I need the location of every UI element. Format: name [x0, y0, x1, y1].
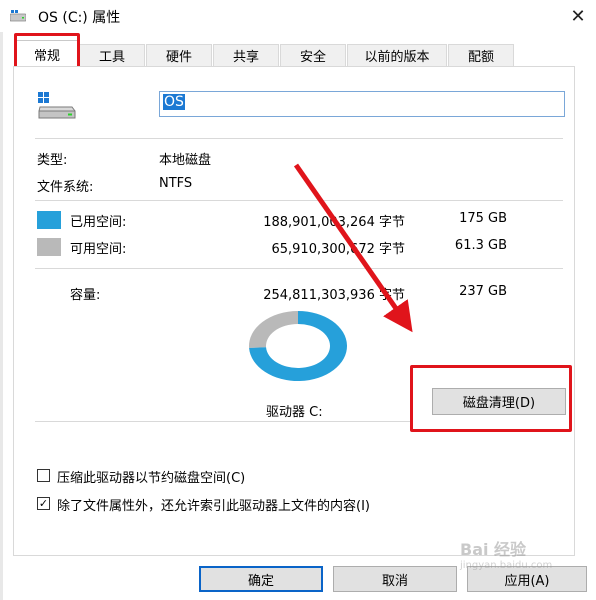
capacity-label: 容量: [70, 288, 101, 303]
drive-name-value: OS [163, 94, 185, 110]
left-window-edge [0, 0, 3, 600]
disk-usage-donut [249, 311, 347, 381]
free-space-label: 可用空间: [70, 242, 127, 257]
close-icon: ✕ [570, 5, 586, 27]
filesystem-value: NTFS [159, 176, 193, 191]
check-mark-icon: ✓ [38, 497, 49, 510]
cancel-button[interactable]: 取消 [333, 566, 457, 592]
free-space-size: 61.3 GB [454, 238, 507, 253]
disk-cleanup-button[interactable]: 磁盘清理(D) [432, 388, 566, 415]
divider [35, 200, 563, 201]
tab-sharing[interactable]: 共享 [213, 44, 279, 66]
divider [35, 268, 563, 269]
used-space-swatch [37, 211, 61, 229]
watermark-url: jingyan.baidu.com [460, 560, 553, 571]
used-space-bytes: 188,901,003,264 字节 [263, 215, 405, 230]
used-space-label: 已用空间: [70, 215, 127, 230]
divider [35, 138, 563, 139]
used-space-size: 175 GB [459, 211, 507, 226]
drive-icon [10, 10, 26, 22]
free-space-swatch [37, 238, 61, 256]
tab-general[interactable]: 常规 [16, 40, 78, 67]
type-label: 类型: [37, 153, 68, 168]
tab-security[interactable]: 安全 [280, 44, 346, 66]
index-label[interactable]: 除了文件属性外，还允许索引此驱动器上文件的内容(I) [57, 495, 370, 514]
ok-button[interactable]: 确定 [199, 566, 323, 592]
divider [35, 421, 410, 422]
drive-letter-label: 驱动器 C: [266, 405, 323, 420]
hard-drive-icon [38, 92, 76, 119]
watermark: Bai 经验 jingyan.baidu.com [460, 536, 588, 588]
donut-free-segment [249, 311, 298, 348]
compress-checkbox[interactable] [37, 469, 50, 482]
index-checkbox[interactable]: ✓ [37, 497, 50, 510]
tab-hardware[interactable]: 硬件 [146, 44, 212, 66]
tab-tools[interactable]: 工具 [79, 44, 145, 66]
free-space-bytes: 65,910,300,672 字节 [271, 242, 405, 257]
close-button[interactable]: ✕ [560, 0, 596, 32]
title-bar[interactable]: OS (C:) 属性 ✕ [0, 0, 596, 32]
tab-quota[interactable]: 配额 [448, 44, 514, 66]
drive-name-input[interactable]: OS [159, 91, 565, 117]
watermark-logo: Bai 经验 [460, 540, 527, 559]
window-title: OS (C:) 属性 [38, 10, 121, 26]
capacity-bytes: 254,811,303,936 字节 [263, 288, 405, 303]
tab-previous-versions[interactable]: 以前的版本 [347, 44, 447, 66]
compress-label[interactable]: 压缩此驱动器以节约磁盘空间(C) [57, 467, 245, 486]
filesystem-label: 文件系统: [37, 180, 94, 195]
capacity-size: 237 GB [459, 284, 507, 299]
type-value: 本地磁盘 [159, 153, 212, 168]
